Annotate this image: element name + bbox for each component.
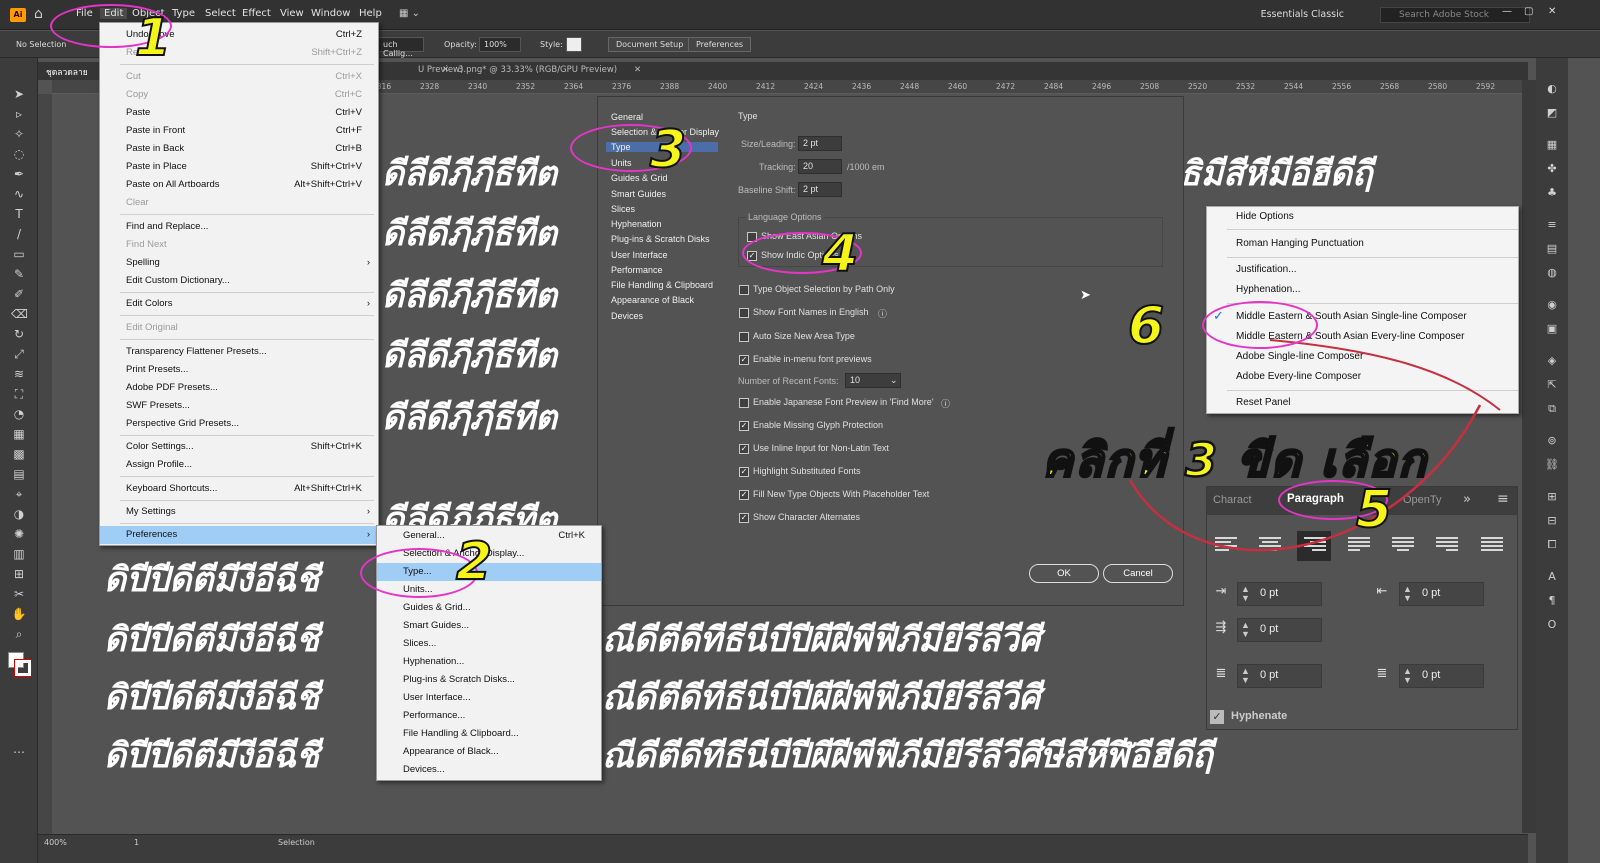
step-number-4: 4 (821, 224, 859, 284)
step-number-6: 6 (1127, 296, 1165, 356)
step-number-2: 2 (455, 532, 493, 592)
annotation-caption: คลิกที่ 3 ขีด เลือก (1041, 432, 1428, 489)
step-number-1: 1 (134, 8, 172, 68)
annotation-arrow-curve (1269, 339, 1501, 411)
step-number-3: 3 (649, 120, 687, 180)
annotation-ring (1202, 301, 1318, 349)
